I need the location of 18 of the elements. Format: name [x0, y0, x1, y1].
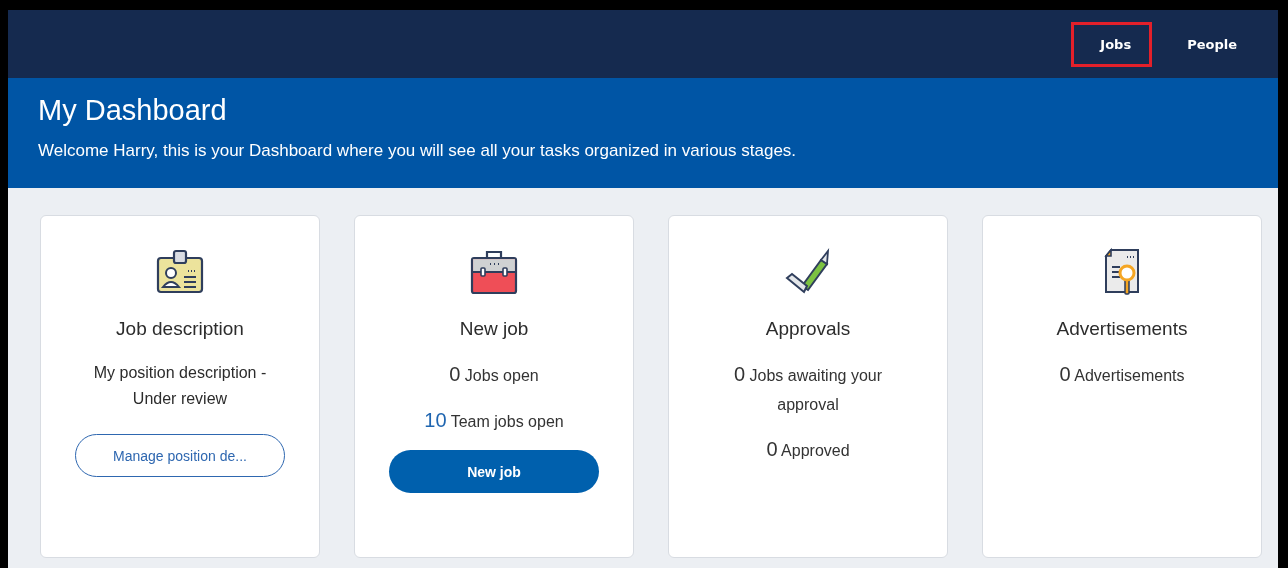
stat-text: 0 Approved — [766, 437, 850, 462]
card-title: Advertisements — [1056, 318, 1188, 340]
stat-text: 0 Advertisements — [1059, 362, 1185, 387]
card-title: Approvals — [765, 318, 851, 340]
card-title: Job description — [116, 318, 244, 340]
stat-text: 0 Jobs open — [449, 362, 539, 387]
new-job-button[interactable]: New job — [389, 450, 599, 493]
nav-link[interactable]: People — [1164, 21, 1260, 67]
briefcase-icon — [469, 248, 519, 296]
stat-text: 10 Team jobs open — [424, 408, 564, 433]
card-title: New job — [459, 318, 529, 340]
id-badge-icon — [155, 249, 205, 295]
manage-button[interactable]: Manage position de... — [75, 434, 285, 477]
status-text: My position description - Under review — [92, 363, 268, 409]
stat-text: 0 Jobs awaiting your approval — [732, 362, 884, 415]
page-title: My Dashboard — [38, 94, 228, 127]
nav-link[interactable]: Jobs — [1071, 21, 1153, 67]
welcome-text: Welcome Harry, this is your Dashboard where you will see all your tasks organized in various stages. — [38, 141, 798, 161]
